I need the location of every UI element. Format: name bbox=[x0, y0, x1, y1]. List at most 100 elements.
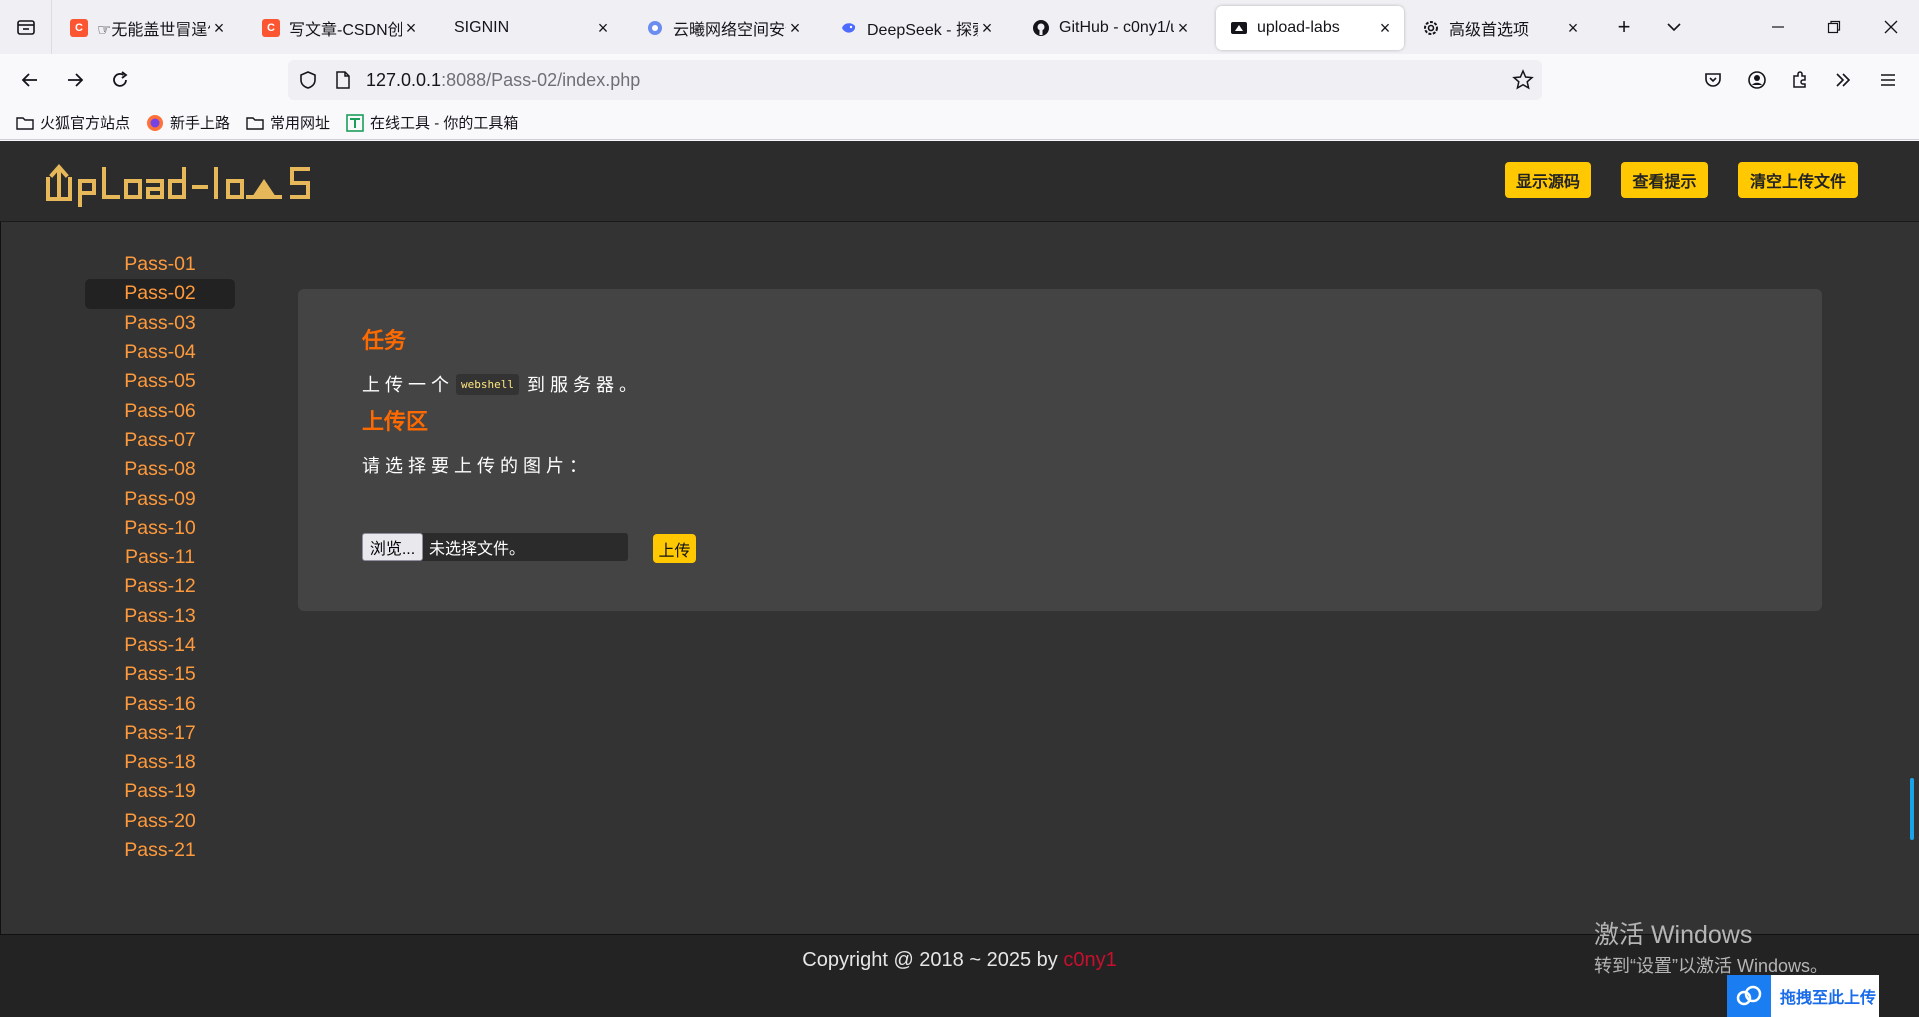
back-button[interactable] bbox=[10, 60, 50, 100]
tab-title: upload-labs bbox=[1257, 19, 1340, 36]
app-menu-button[interactable] bbox=[1868, 60, 1908, 100]
tab-list-button[interactable] bbox=[0, 0, 52, 54]
copyright-label: Copyright @ 2018 ~ 2025 by bbox=[802, 949, 1064, 971]
sidebar-item-pass-19[interactable]: Pass-19 bbox=[85, 777, 235, 806]
close-icon[interactable]: × bbox=[978, 18, 996, 39]
navigation-toolbar: 127.0.0.1:8088/Pass-02/index.php bbox=[0, 54, 1919, 106]
main-area: Pass-01 Pass-02 Pass-03 Pass-04 Pass-05 … bbox=[0, 222, 1919, 935]
sidebar-item-pass-11[interactable]: Pass-11 bbox=[85, 543, 235, 572]
tab-csdn-write[interactable]: C 写文章-CSDN创作 × bbox=[248, 6, 430, 50]
sidebar-item-pass-08[interactable]: Pass-08 bbox=[85, 455, 235, 484]
tab-signin[interactable]: SIGNIN × bbox=[440, 6, 622, 50]
sidebar-item-pass-17[interactable]: Pass-17 bbox=[85, 719, 235, 748]
puzzle-icon bbox=[1793, 71, 1806, 88]
close-icon[interactable]: × bbox=[210, 18, 228, 39]
url-path: :8088/Pass-02/index.php bbox=[441, 69, 641, 90]
web-page: 显示源码 查看提示 清空上传文件 Pass-01 Pass-02 Pass-03… bbox=[0, 141, 1919, 1017]
arrow-right-icon bbox=[68, 73, 84, 87]
sidebar-item-pass-12[interactable]: Pass-12 bbox=[85, 572, 235, 601]
sidebar-item-pass-06[interactable]: Pass-06 bbox=[85, 396, 235, 425]
close-icon[interactable]: × bbox=[1564, 18, 1582, 39]
drag-upload-label: 拖拽至此上传 bbox=[1780, 990, 1877, 1007]
bookmark-label: 在线工具 - 你的工具箱 bbox=[370, 115, 519, 132]
reload-button[interactable] bbox=[100, 60, 140, 100]
cloud-icon bbox=[646, 19, 664, 37]
new-tab-button[interactable]: + bbox=[1602, 0, 1646, 54]
sidebar-item-pass-01[interactable]: Pass-01 bbox=[85, 250, 235, 279]
upload-submit-button[interactable]: 上传 bbox=[653, 534, 696, 563]
url-text[interactable]: 127.0.0.1:8088/Pass-02/index.php bbox=[366, 70, 640, 91]
minimize-button[interactable] bbox=[1756, 0, 1800, 54]
bookmark-star-icon[interactable] bbox=[1512, 69, 1534, 96]
forward-button[interactable] bbox=[55, 60, 95, 100]
github-icon bbox=[1032, 19, 1050, 37]
reload-icon bbox=[113, 71, 128, 87]
upload-labs-icon bbox=[1230, 19, 1248, 37]
scroll-indicator[interactable] bbox=[1910, 778, 1914, 840]
sidebar-item-pass-13[interactable]: Pass-13 bbox=[85, 602, 235, 631]
restore-icon bbox=[1827, 20, 1841, 34]
author-link[interactable]: c0ny1 bbox=[1063, 949, 1116, 971]
bookmark-firefox-site[interactable]: 火狐官方站点 bbox=[16, 112, 130, 133]
tab-deepseek[interactable]: DeepSeek - 探索 × bbox=[826, 6, 1006, 50]
close-icon[interactable]: × bbox=[1376, 18, 1394, 39]
tab-yunxi[interactable]: 云曦网络空间安全 × bbox=[632, 6, 814, 50]
sidebar-item-pass-21[interactable]: Pass-21 bbox=[85, 836, 235, 865]
restore-button[interactable] bbox=[1812, 0, 1856, 54]
browse-button[interactable]: 浏览... bbox=[362, 533, 423, 561]
tab-csdn-article[interactable]: C ☞无能盖世冒逞何 × bbox=[56, 6, 238, 50]
overflow-menu-button[interactable] bbox=[1823, 60, 1863, 100]
upload-labs-logo[interactable] bbox=[44, 157, 334, 212]
extensions-button[interactable] bbox=[1780, 60, 1820, 100]
sidebar-item-pass-20[interactable]: Pass-20 bbox=[85, 807, 235, 836]
tab-title: DeepSeek - 探索 bbox=[867, 22, 978, 39]
sidebar-item-pass-16[interactable]: Pass-16 bbox=[85, 689, 235, 718]
close-icon[interactable]: × bbox=[402, 18, 420, 39]
tab-title: ☞无能盖世冒逞何 bbox=[97, 22, 210, 39]
site-header: 显示源码 查看提示 清空上传文件 bbox=[0, 141, 1919, 222]
sidebar-item-pass-10[interactable]: Pass-10 bbox=[85, 514, 235, 543]
pass-sidebar: Pass-01 Pass-02 Pass-03 Pass-04 Pass-05 … bbox=[85, 250, 235, 865]
account-button[interactable] bbox=[1737, 60, 1777, 100]
upload-area-title: 上传区 bbox=[362, 409, 429, 434]
bookmark-label: 新手上路 bbox=[170, 115, 231, 132]
close-icon[interactable]: × bbox=[1174, 18, 1192, 39]
url-bar[interactable]: 127.0.0.1:8088/Pass-02/index.php bbox=[288, 60, 1542, 100]
bookmark-common-sites[interactable]: 常用网址 bbox=[246, 112, 330, 133]
url-host: 127.0.0.1 bbox=[366, 69, 442, 90]
cloud-upload-icon bbox=[1727, 975, 1771, 1017]
deepseek-icon bbox=[840, 19, 858, 37]
double-chevron-right-icon bbox=[1836, 73, 1851, 87]
close-window-button[interactable] bbox=[1869, 0, 1913, 54]
sidebar-item-pass-18[interactable]: Pass-18 bbox=[85, 748, 235, 777]
sidebar-item-pass-02[interactable]: Pass-02 bbox=[85, 279, 235, 309]
sidebar-item-pass-14[interactable]: Pass-14 bbox=[85, 631, 235, 660]
sidebar-item-pass-04[interactable]: Pass-04 bbox=[85, 338, 235, 367]
firefox-icon bbox=[146, 114, 164, 132]
clear-uploads-button[interactable]: 清空上传文件 bbox=[1738, 162, 1858, 198]
no-file-selected-label: 未选择文件。 bbox=[429, 541, 526, 558]
sidebar-item-pass-05[interactable]: Pass-05 bbox=[85, 367, 235, 396]
sidebar-item-pass-09[interactable]: Pass-09 bbox=[85, 484, 235, 513]
bookmark-online-tools[interactable]: 在线工具 - 你的工具箱 bbox=[346, 112, 518, 133]
page-info-icon[interactable] bbox=[334, 70, 352, 95]
sidebar-item-pass-15[interactable]: Pass-15 bbox=[85, 660, 235, 689]
windows-activation-watermark: 激活 Windows 转到“设置”以激活 Windows。 bbox=[1594, 915, 1828, 978]
pocket-button[interactable] bbox=[1693, 60, 1733, 100]
bookmark-getting-started[interactable]: 新手上路 bbox=[146, 112, 230, 133]
close-icon[interactable]: × bbox=[786, 18, 804, 39]
tab-about-config[interactable]: 高级首选项 × bbox=[1408, 6, 1592, 50]
show-source-button[interactable]: 显示源码 bbox=[1505, 162, 1591, 198]
tab-upload-labs[interactable]: upload-labs × bbox=[1216, 6, 1404, 50]
shield-icon[interactable] bbox=[298, 70, 318, 95]
close-icon[interactable]: × bbox=[594, 18, 612, 39]
view-hint-button[interactable]: 查看提示 bbox=[1621, 162, 1708, 198]
bookmarks-toolbar: 火狐官方站点 新手上路 常用网址 在线工具 - 你的工具箱 bbox=[0, 106, 1919, 140]
tab-github[interactable]: GitHub - c0ny1/u × bbox=[1018, 6, 1202, 50]
sidebar-item-pass-07[interactable]: Pass-07 bbox=[85, 426, 235, 455]
tab-overflow-button[interactable] bbox=[1652, 0, 1696, 54]
drag-upload-widget[interactable]: 拖拽至此上传 bbox=[1727, 975, 1879, 1017]
sidebar-item-pass-03[interactable]: Pass-03 bbox=[85, 309, 235, 338]
upload-prompt: 请选择要上传的图片： bbox=[362, 456, 592, 476]
file-input[interactable]: 浏览... 未选择文件。 bbox=[362, 533, 628, 561]
